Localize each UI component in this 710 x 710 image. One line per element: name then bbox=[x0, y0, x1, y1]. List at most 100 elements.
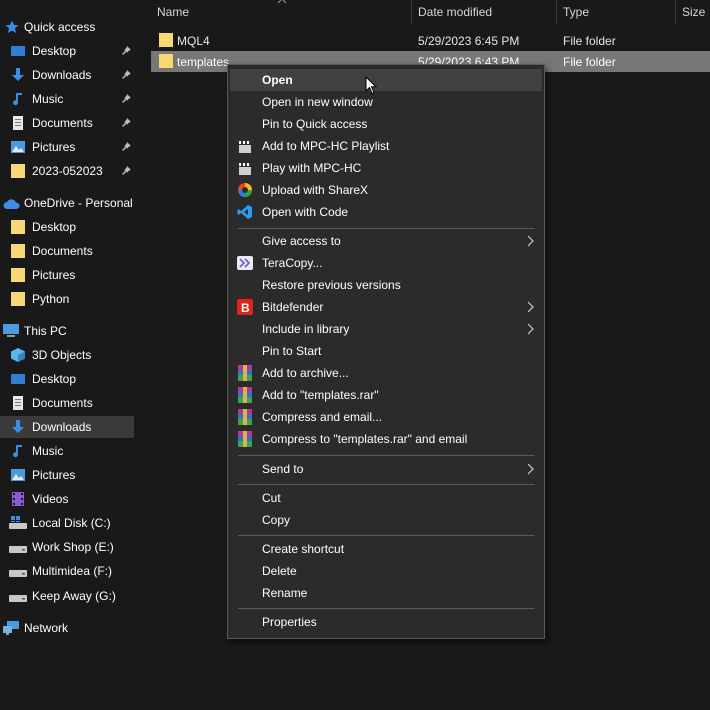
column-header-type[interactable]: Type bbox=[563, 0, 589, 24]
menu-give-access[interactable]: Give access to bbox=[230, 230, 542, 252]
file-date: 5/29/2023 6:45 PM bbox=[418, 34, 520, 48]
nav-pc-downloads[interactable]: Downloads bbox=[0, 416, 134, 438]
menu-label: Create shortcut bbox=[262, 542, 345, 556]
menu-bitdefender[interactable]: B Bitdefender bbox=[230, 296, 542, 318]
music-note-icon bbox=[13, 445, 22, 458]
nav-label: 2023-052023 bbox=[32, 164, 103, 178]
menu-compress-rar-email[interactable]: Compress to "templates.rar" and email bbox=[230, 428, 542, 450]
nav-label: Music bbox=[32, 444, 64, 458]
menu-include-library[interactable]: Include in library bbox=[230, 318, 542, 340]
chevron-right-icon bbox=[527, 323, 534, 335]
drive-icon bbox=[9, 595, 27, 602]
menu-cut[interactable]: Cut bbox=[230, 487, 542, 509]
menu-label: Copy bbox=[262, 513, 291, 527]
menu-label: Restore previous versions bbox=[262, 278, 401, 292]
windows-drive-icon bbox=[9, 516, 27, 529]
pictures-icon bbox=[11, 469, 25, 481]
winrar-icon bbox=[238, 365, 252, 381]
nav-label: Local Disk (C:) bbox=[32, 516, 111, 530]
nav-quick-access[interactable]: Quick access bbox=[0, 16, 137, 38]
nav-od-documents[interactable]: Documents bbox=[0, 240, 137, 262]
nav-qa-folder[interactable]: 2023-052023 bbox=[0, 160, 137, 182]
nav-pc-drive-e[interactable]: Work Shop (E:) bbox=[0, 536, 137, 558]
menu-open[interactable]: Open bbox=[230, 69, 542, 91]
pin-icon[interactable] bbox=[121, 45, 132, 56]
column-divider[interactable] bbox=[675, 0, 676, 24]
file-type: File folder bbox=[563, 55, 616, 69]
menu-add-rar[interactable]: Add to "templates.rar" bbox=[230, 384, 542, 406]
file-name: templates bbox=[177, 55, 230, 69]
sharex-icon bbox=[238, 183, 252, 197]
menu-label: Pin to Quick access bbox=[262, 117, 368, 131]
pin-icon[interactable] bbox=[121, 165, 132, 176]
nav-od-desktop[interactable]: Desktop bbox=[0, 216, 137, 238]
drive-icon bbox=[9, 570, 27, 577]
menu-compress-email[interactable]: Compress and email... bbox=[230, 406, 542, 428]
nav-pc-documents[interactable]: Documents bbox=[0, 392, 137, 414]
nav-network[interactable]: Network bbox=[0, 617, 137, 639]
column-header-size[interactable]: Size bbox=[682, 0, 705, 24]
pin-icon[interactable] bbox=[121, 93, 132, 104]
nav-pc-desktop[interactable]: Desktop bbox=[0, 368, 137, 390]
nav-this-pc[interactable]: This PC bbox=[0, 320, 137, 342]
nav-qa-desktop[interactable]: Desktop bbox=[0, 40, 137, 62]
menu-open-new-window[interactable]: Open in new window bbox=[230, 91, 542, 113]
folder-icon bbox=[11, 220, 25, 234]
menu-teracopy[interactable]: TeraCopy... bbox=[230, 252, 542, 274]
menu-pin-quick-access[interactable]: Pin to Quick access bbox=[230, 113, 542, 135]
menu-label: Bitdefender bbox=[262, 300, 324, 314]
nav-pc-3d-objects[interactable]: 3D Objects bbox=[0, 344, 137, 366]
download-arrow-icon bbox=[12, 68, 24, 81]
nav-pc-pictures[interactable]: Pictures bbox=[0, 464, 137, 486]
file-name: MQL4 bbox=[177, 34, 210, 48]
nav-od-python[interactable]: Python bbox=[0, 288, 137, 310]
nav-pc-drive-f[interactable]: Multimidea (F:) bbox=[0, 560, 137, 582]
column-divider[interactable] bbox=[411, 0, 412, 24]
computer-icon bbox=[3, 324, 19, 337]
menu-label: Add to "templates.rar" bbox=[262, 388, 379, 402]
column-divider[interactable] bbox=[556, 0, 557, 24]
nav-label: Python bbox=[32, 292, 70, 306]
menu-label: Play with MPC-HC bbox=[262, 161, 362, 175]
file-type: File folder bbox=[563, 34, 616, 48]
nav-pc-drive-g[interactable]: Keep Away (G:) bbox=[0, 585, 137, 607]
menu-copy[interactable]: Copy bbox=[230, 509, 542, 531]
menu-create-shortcut[interactable]: Create shortcut bbox=[230, 538, 542, 560]
menu-play-mpc[interactable]: Play with MPC-HC bbox=[230, 157, 542, 179]
desktop-icon bbox=[11, 46, 25, 56]
nav-qa-documents[interactable]: Documents bbox=[0, 112, 137, 134]
nav-qa-pictures[interactable]: Pictures bbox=[0, 136, 137, 158]
nav-pc-videos[interactable]: Videos bbox=[0, 488, 137, 510]
column-header-date[interactable]: Date modified bbox=[418, 0, 492, 24]
menu-open-with-code[interactable]: Open with Code bbox=[230, 201, 542, 223]
menu-restore-versions[interactable]: Restore previous versions bbox=[230, 274, 542, 296]
nav-qa-music[interactable]: Music bbox=[0, 88, 137, 110]
menu-rename[interactable]: Rename bbox=[230, 582, 542, 604]
nav-label: Desktop bbox=[32, 44, 77, 58]
nav-qa-downloads[interactable]: Downloads bbox=[0, 64, 137, 86]
menu-add-mpc-playlist[interactable]: Add to MPC-HC Playlist bbox=[230, 135, 542, 157]
pin-icon[interactable] bbox=[121, 117, 132, 128]
pin-icon[interactable] bbox=[121, 69, 132, 80]
menu-delete[interactable]: Delete bbox=[230, 560, 542, 582]
chevron-right-icon bbox=[527, 301, 534, 313]
column-header-name[interactable]: Name bbox=[157, 0, 189, 24]
pictures-icon bbox=[11, 141, 25, 153]
folder-icon bbox=[11, 164, 25, 178]
menu-properties[interactable]: Properties bbox=[230, 611, 542, 633]
pin-icon[interactable] bbox=[121, 141, 132, 152]
table-row[interactable]: MQL4 5/29/2023 6:45 PM File folder bbox=[151, 30, 710, 51]
nav-label: Music bbox=[32, 92, 64, 106]
nav-label: Documents bbox=[32, 116, 93, 130]
menu-pin-start[interactable]: Pin to Start bbox=[230, 340, 542, 362]
nav-od-pictures[interactable]: Pictures bbox=[0, 264, 137, 286]
menu-label: Open with Code bbox=[262, 205, 349, 219]
nav-onedrive[interactable]: OneDrive - Personal bbox=[0, 192, 137, 214]
menu-send-to[interactable]: Send to bbox=[230, 458, 542, 480]
menu-label: Compress to "templates.rar" and email bbox=[262, 432, 468, 446]
nav-pc-music[interactable]: Music bbox=[0, 440, 137, 462]
nav-pc-local-disk-c[interactable]: Local Disk (C:) bbox=[0, 512, 137, 534]
menu-upload-sharex[interactable]: Upload with ShareX bbox=[230, 179, 542, 201]
menu-add-archive[interactable]: Add to archive... bbox=[230, 362, 542, 384]
navigation-pane: Quick access Desktop Downloads Music Doc… bbox=[0, 0, 137, 710]
